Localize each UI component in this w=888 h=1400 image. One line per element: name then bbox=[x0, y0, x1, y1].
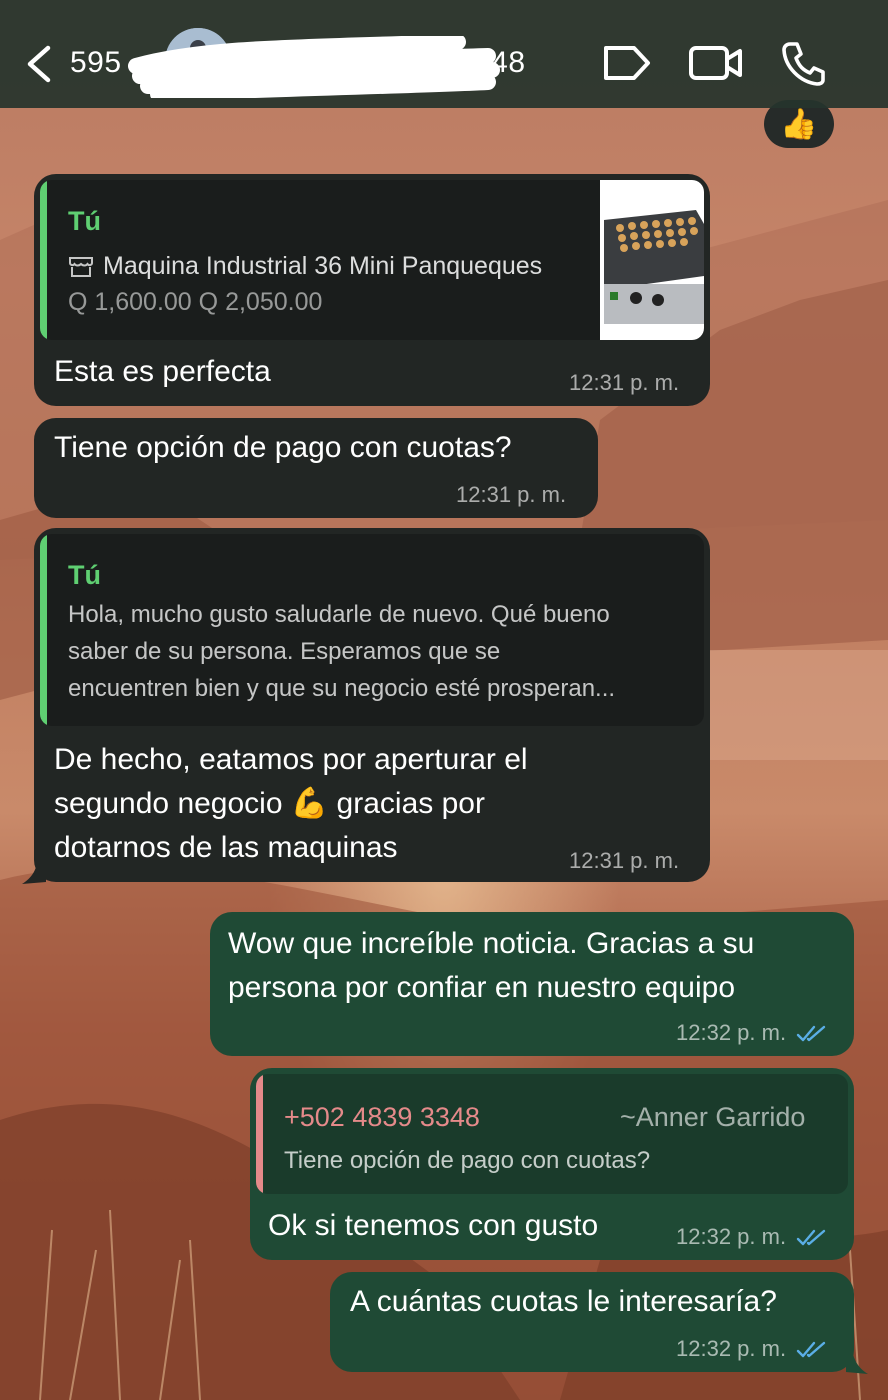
message-text: Tiene opción de pago con cuotas? bbox=[54, 431, 512, 464]
message-time: 12:32 p. m. bbox=[676, 1020, 828, 1046]
message-time-text: 12:32 p. m. bbox=[676, 1336, 787, 1361]
read-receipt-icon bbox=[797, 1025, 826, 1042]
price-original: Q 2,050.00 bbox=[198, 288, 323, 316]
quote-sender-name: ~Anner Garrido bbox=[620, 1102, 806, 1132]
tag-label-icon[interactable] bbox=[600, 40, 652, 86]
message-bubble[interactable]: Tiene opción de pago con cuotas? 12:31 p… bbox=[34, 418, 598, 518]
quote-line: Hola, mucho gusto saludarle de nuevo. Qu… bbox=[68, 601, 610, 628]
bubble-tail bbox=[846, 1350, 868, 1374]
quote-accent-bar bbox=[40, 534, 47, 726]
video-call-icon[interactable] bbox=[688, 40, 744, 86]
price-sale: Q 1,600.00 bbox=[68, 288, 192, 316]
message-bubble[interactable]: A cuántas cuotas le interesaría? 12:32 p… bbox=[330, 1272, 854, 1372]
product-name: Maquina Industrial 36 Mini Panqueques bbox=[103, 252, 543, 280]
quoted-product[interactable]: Tú Maquina Industrial 36 Mini Panqueques… bbox=[40, 180, 704, 340]
message-time: 12:32 p. m. bbox=[676, 1336, 828, 1362]
shop-icon bbox=[69, 257, 93, 277]
thumbs-up-icon: 👍 bbox=[780, 107, 818, 141]
message-time: 12:32 p. m. bbox=[676, 1224, 828, 1250]
message-time: 12:31 p. m. bbox=[569, 848, 680, 873]
message-time-text: 12:32 p. m. bbox=[676, 1020, 787, 1045]
redaction-scribble bbox=[128, 36, 500, 98]
message-bubble[interactable]: +502 4839 3348 ~Anner Garrido Tiene opci… bbox=[250, 1068, 854, 1260]
bubble-tail bbox=[22, 860, 46, 884]
back-chevron-icon[interactable] bbox=[22, 44, 56, 84]
message-time: 12:31 p. m. bbox=[569, 370, 680, 395]
message-bubble[interactable]: Tú Maquina Industrial 36 Mini Panqueques… bbox=[34, 174, 710, 406]
chat-header: 595 348 bbox=[0, 0, 888, 108]
read-receipt-icon bbox=[797, 1229, 826, 1246]
product-thumbnail bbox=[600, 180, 704, 340]
quote-line: saber de su persona. Esperamos que se bbox=[68, 638, 501, 665]
message-text-line: De hecho, eatamos por aperturar el bbox=[54, 743, 528, 776]
product-price: Q 1,600.00 Q 2,050.00 bbox=[68, 284, 322, 321]
message-text-line: segundo negocio 💪 gracias por bbox=[54, 787, 485, 820]
message-time-text: 12:32 p. m. bbox=[676, 1224, 787, 1249]
message-text: Esta es perfecta bbox=[54, 355, 271, 388]
quote-author: Tú bbox=[68, 560, 101, 590]
message-text-line: persona por confiar en nuestro equipo bbox=[228, 971, 736, 1004]
read-receipt-icon bbox=[797, 1341, 826, 1358]
message-text-line: dotarnos de las maquinas bbox=[54, 831, 398, 864]
phone-call-icon[interactable] bbox=[780, 40, 826, 86]
quote-line: encuentren bien y que su negocio esté pr… bbox=[68, 675, 616, 702]
message-text: A cuántas cuotas le interesaría? bbox=[350, 1285, 777, 1318]
message-bubble[interactable]: Wow que increíble noticia. Gracias a su … bbox=[210, 912, 854, 1056]
contact-name-suffix: 348 bbox=[474, 46, 526, 79]
quote-phone: +502 4839 3348 bbox=[284, 1102, 480, 1132]
quote-line: Tiene opción de pago con cuotas? bbox=[284, 1147, 651, 1174]
quote-accent-bar bbox=[40, 180, 47, 340]
message-text: Ok si tenemos con gusto bbox=[268, 1209, 599, 1242]
quote-author: Tú bbox=[68, 206, 101, 236]
message-text-line: Wow que increíble noticia. Gracias a su bbox=[228, 927, 755, 960]
quoted-message[interactable]: +502 4839 3348 ~Anner Garrido Tiene opci… bbox=[256, 1074, 848, 1194]
quoted-message[interactable]: Tú Hola, mucho gusto saludarle de nuevo.… bbox=[40, 534, 704, 726]
message-time: 12:31 p. m. bbox=[456, 482, 567, 507]
quote-accent-bar bbox=[256, 1074, 263, 1194]
contact-name[interactable]: 595 bbox=[70, 46, 122, 80]
message-bubble[interactable]: Tú Hola, mucho gusto saludarle de nuevo.… bbox=[34, 528, 710, 882]
